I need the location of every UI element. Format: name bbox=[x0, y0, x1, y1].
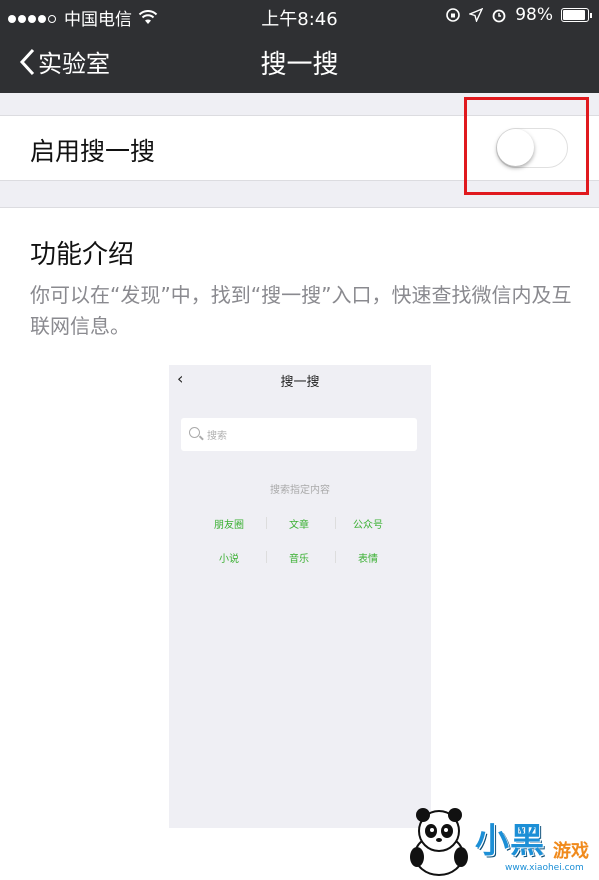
alarm-icon bbox=[492, 9, 506, 23]
preview-category: 表情 bbox=[358, 554, 378, 565]
enable-search-label: 启用搜一搜 bbox=[30, 137, 156, 166]
search-icon bbox=[189, 427, 200, 438]
preview-title: 搜一搜 bbox=[280, 375, 320, 390]
preview-hint: 搜索指定内容 bbox=[270, 485, 330, 496]
watermark-brand-suffix: 游戏 bbox=[553, 841, 589, 862]
page-title: 搜一搜 bbox=[260, 50, 339, 80]
divider bbox=[266, 517, 267, 529]
location-icon bbox=[469, 8, 484, 22]
rotation-lock-icon bbox=[446, 8, 461, 22]
divider bbox=[335, 517, 336, 529]
status-bar: 中国电信 上午8:46 98% bbox=[0, 0, 599, 30]
preview-image: ‹ 搜一搜 搜索 搜索指定内容 朋友圈 文章 公众号 小说 音乐 表情 bbox=[169, 365, 431, 828]
preview-header: ‹ 搜一搜 bbox=[169, 365, 431, 395]
watermark-url: www.xiaohei.com bbox=[505, 863, 584, 873]
intro-heading: 功能介绍 bbox=[30, 240, 135, 270]
preview-search-box: 搜索 bbox=[181, 418, 417, 451]
preview-category: 小说 bbox=[219, 554, 239, 565]
battery-icon bbox=[561, 8, 592, 22]
divider bbox=[335, 551, 336, 563]
preview-search-placeholder: 搜索 bbox=[207, 431, 227, 442]
highlight-box bbox=[464, 97, 589, 195]
preview-category: 文章 bbox=[289, 520, 309, 531]
watermark-logo: 小黑 游戏 www.xiaohei.com bbox=[405, 805, 599, 879]
preview-category: 公众号 bbox=[353, 520, 383, 531]
nav-bar: 实验室 搜一搜 bbox=[0, 30, 599, 93]
battery-percent: 98% bbox=[515, 5, 553, 25]
intro-description: 你可以在“发现”中，找到“搜一搜”入口，快速查找微信内及互联网信息。 bbox=[30, 283, 572, 338]
preview-category: 音乐 bbox=[289, 554, 309, 565]
preview-category: 朋友圈 bbox=[214, 520, 244, 531]
divider bbox=[266, 551, 267, 563]
watermark-brand: 小黑 bbox=[475, 821, 545, 861]
panda-mascot-icon bbox=[410, 808, 468, 876]
